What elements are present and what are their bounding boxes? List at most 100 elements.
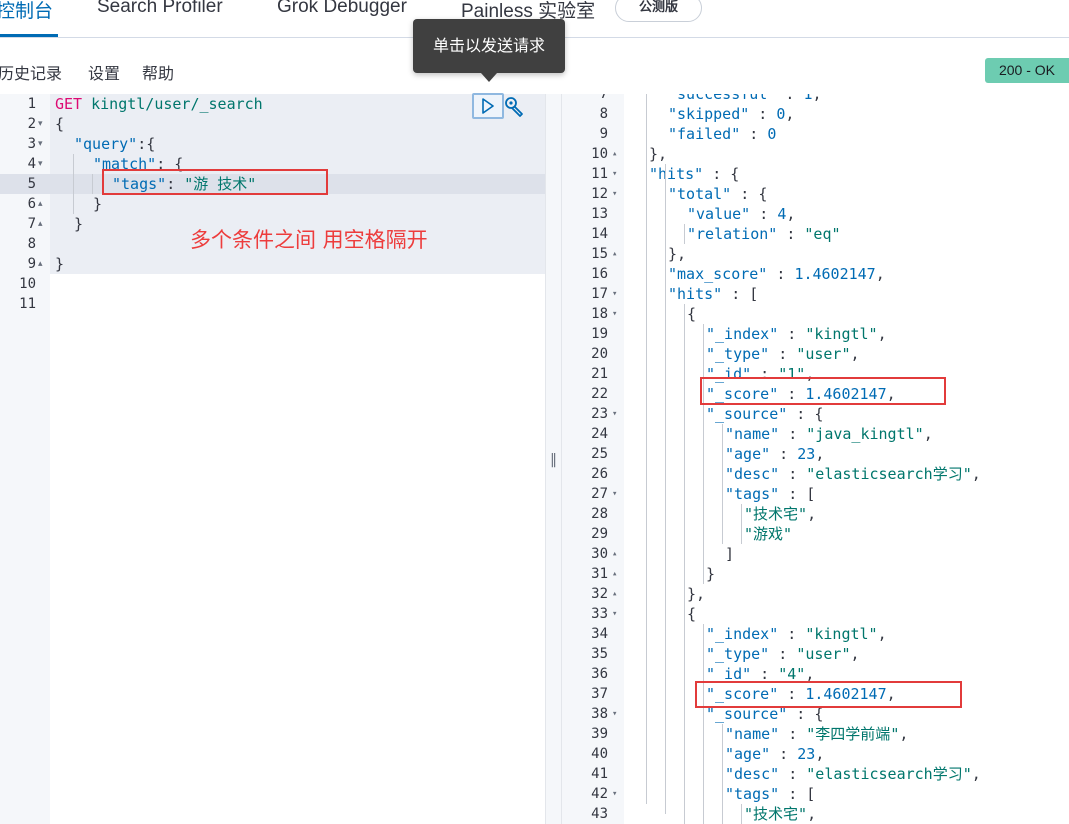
json-punctuation: },: [649, 145, 668, 163]
json-key: "hits": [649, 165, 704, 183]
response-line: },: [649, 144, 667, 164]
indent-guide: [684, 224, 685, 244]
json-key: "_type": [706, 645, 770, 663]
json-key: "_type": [706, 345, 770, 363]
fold-arrow-icon[interactable]: ▴: [38, 254, 43, 274]
request-editor[interactable]: 1 2 3 4 5 6 7 8 9 10 11 ▾ ▾ ▾ ▴ ▴ ▴ GET …: [0, 94, 545, 824]
indent-guide: [703, 624, 704, 824]
send-request-tooltip: 单击以发送请求: [413, 19, 565, 73]
json-value: 23: [797, 445, 816, 463]
json-punctuation: [: [806, 785, 816, 803]
json-punctuation: {: [687, 305, 697, 323]
tab-search-profiler[interactable]: Search Profiler: [97, 0, 223, 18]
code-line-7: }: [74, 215, 84, 233]
fold-arrow-icon[interactable]: ▾: [612, 184, 617, 204]
fold-arrow-icon[interactable]: ▾: [612, 784, 617, 804]
request-options-button[interactable]: [503, 96, 527, 120]
response-line: "age" : 23,: [725, 444, 824, 464]
fold-arrow-icon[interactable]: ▴: [612, 544, 617, 564]
indent-guide: [741, 504, 742, 544]
fold-arrow-icon[interactable]: ▾: [612, 484, 617, 504]
json-key: "tags": [725, 485, 780, 503]
json-value: 4: [777, 205, 787, 223]
response-viewer[interactable]: 7 "successful" : 1, 8 "skipped" : 0, 9 "faile…: [562, 94, 1069, 824]
json-punctuation: :: [740, 125, 768, 143]
json-punctuation: },: [668, 245, 687, 263]
line-number: 11: [19, 296, 36, 312]
fold-arrow-icon[interactable]: ▴: [38, 194, 43, 214]
json-punctuation: :: [703, 165, 731, 183]
line-number: 1: [27, 96, 36, 112]
history-link[interactable]: 历史记录: [0, 60, 62, 84]
json-punctuation: :: [779, 425, 807, 443]
indent-guide: [92, 174, 93, 194]
line-number: 13: [591, 206, 608, 222]
response-line: "skipped" : 0,: [668, 104, 794, 124]
indent-guide: [722, 424, 723, 544]
fold-arrow-icon[interactable]: ▴: [38, 214, 43, 234]
json-punctuation: ,: [812, 94, 822, 103]
line-number: 7: [599, 94, 608, 102]
json-value: "李四学前端": [806, 725, 900, 743]
response-line: "failed" : 0: [668, 124, 776, 144]
line-number: 35: [591, 646, 608, 662]
json-punctuation: ,: [923, 425, 933, 443]
fold-arrow-icon[interactable]: ▾: [612, 404, 617, 424]
json-punctuation: {: [758, 185, 768, 203]
fold-arrow-icon[interactable]: ▾: [612, 284, 617, 304]
json-key: "age": [725, 745, 771, 763]
fold-arrow-icon[interactable]: ▾: [38, 154, 43, 174]
fold-arrow-icon[interactable]: ▴: [612, 244, 617, 264]
response-line: "total" : {: [668, 184, 767, 204]
line-number: 22: [591, 386, 608, 402]
response-line: "desc" : "elasticsearch学习",: [725, 464, 981, 484]
json-value: "kingtl": [805, 325, 878, 343]
json-punctuation: ]: [725, 545, 735, 563]
response-line: "age" : 23,: [725, 744, 824, 764]
fold-arrow-icon[interactable]: ▾: [612, 604, 617, 624]
json-punctuation: },: [687, 585, 706, 603]
json-key: "skipped": [668, 105, 750, 123]
fold-arrow-icon[interactable]: ▾: [38, 134, 43, 154]
splitter-handle-icon[interactable]: ‖: [550, 452, 557, 468]
json-punctuation: :: [731, 185, 759, 203]
fold-arrow-icon[interactable]: ▴: [612, 564, 617, 584]
tab-console[interactable]: 控制台: [0, 0, 53, 23]
tab-grok-debugger[interactable]: Grok Debugger: [277, 0, 407, 18]
help-link[interactable]: 帮助: [142, 60, 174, 84]
json-punctuation: ,: [785, 105, 795, 123]
json-punctuation: :: [749, 105, 777, 123]
json-value: "elasticsearch学习": [806, 465, 972, 483]
response-line: }: [706, 564, 715, 584]
response-line: "name" : "李四学前端",: [725, 724, 908, 744]
fold-arrow-icon[interactable]: ▴: [612, 144, 617, 164]
json-punctuation: {: [814, 405, 824, 423]
json-punctuation: :: [778, 625, 806, 643]
json-punctuation: [: [806, 485, 816, 503]
response-line: "name" : "java_kingtl",: [725, 424, 933, 444]
line-number: 3: [27, 136, 36, 152]
settings-link[interactable]: 设置: [88, 60, 120, 84]
status-badge: 200 - OK: [985, 58, 1069, 83]
send-request-button[interactable]: [472, 93, 504, 119]
panel-splitter[interactable]: ‖: [545, 94, 562, 824]
http-method: GET: [55, 95, 83, 113]
line-number: 36: [591, 666, 608, 682]
fold-arrow-icon[interactable]: ▾: [612, 304, 617, 324]
json-key: "desc": [725, 765, 780, 783]
json-value: "user": [796, 345, 851, 363]
json-punctuation: ,: [875, 265, 885, 283]
json-punctuation: :: [787, 405, 815, 423]
line-number: 19: [591, 326, 608, 342]
line-number: 15: [591, 246, 608, 262]
fold-arrow-icon[interactable]: ▾: [612, 164, 617, 184]
json-punctuation: ,: [807, 805, 817, 823]
fold-arrow-icon[interactable]: ▾: [612, 704, 617, 724]
json-key: "total": [668, 185, 732, 203]
fold-arrow-icon[interactable]: ▴: [612, 584, 617, 604]
json-punctuation: ,: [815, 745, 825, 763]
fold-arrow-icon[interactable]: ▾: [38, 114, 43, 134]
line-number: 40: [591, 746, 608, 762]
response-line: {: [687, 604, 696, 624]
response-line: "_source" : {: [706, 404, 823, 424]
